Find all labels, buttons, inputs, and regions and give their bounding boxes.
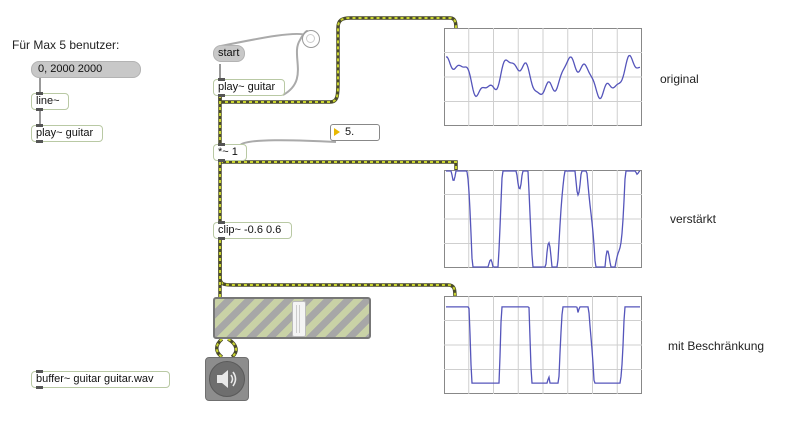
speaker-icon [217, 370, 237, 388]
label-amplified: verstärkt [670, 212, 717, 226]
scope-original [444, 28, 642, 126]
ezdac-ring [209, 361, 245, 397]
loop-toggle[interactable] [302, 30, 320, 48]
line-object[interactable]: line~ [31, 92, 69, 111]
max5-comment: Für Max 5 benutzer: [12, 38, 120, 52]
ezdac-button[interactable] [205, 357, 249, 401]
label-original: original [660, 72, 699, 86]
number-arrow-icon [334, 128, 340, 136]
scope-clipped [444, 296, 642, 394]
patcher-canvas: Für Max 5 benutzer: 0, 2000 2000 line~ p… [0, 0, 793, 425]
label-clipped: mit Beschränkung [668, 339, 765, 353]
gain-number-box[interactable]: 5. [330, 124, 380, 141]
clip-object[interactable]: clip~ -0.6 0.6 [213, 221, 292, 240]
gain-slider-knob[interactable] [292, 301, 306, 337]
range-message[interactable]: 0, 2000 2000 [31, 61, 141, 78]
play-guitar-object-left[interactable]: play~ guitar [31, 124, 103, 143]
scope-amplified [444, 170, 642, 268]
gain-slider[interactable] [213, 297, 371, 339]
buffer-object[interactable]: buffer~ guitar guitar.wav [31, 370, 170, 389]
multiply-object[interactable]: *~ 1 [213, 143, 247, 162]
start-message[interactable]: start [213, 45, 245, 62]
gain-number-value: 5. [345, 126, 355, 138]
play-guitar-object[interactable]: play~ guitar [213, 78, 285, 97]
